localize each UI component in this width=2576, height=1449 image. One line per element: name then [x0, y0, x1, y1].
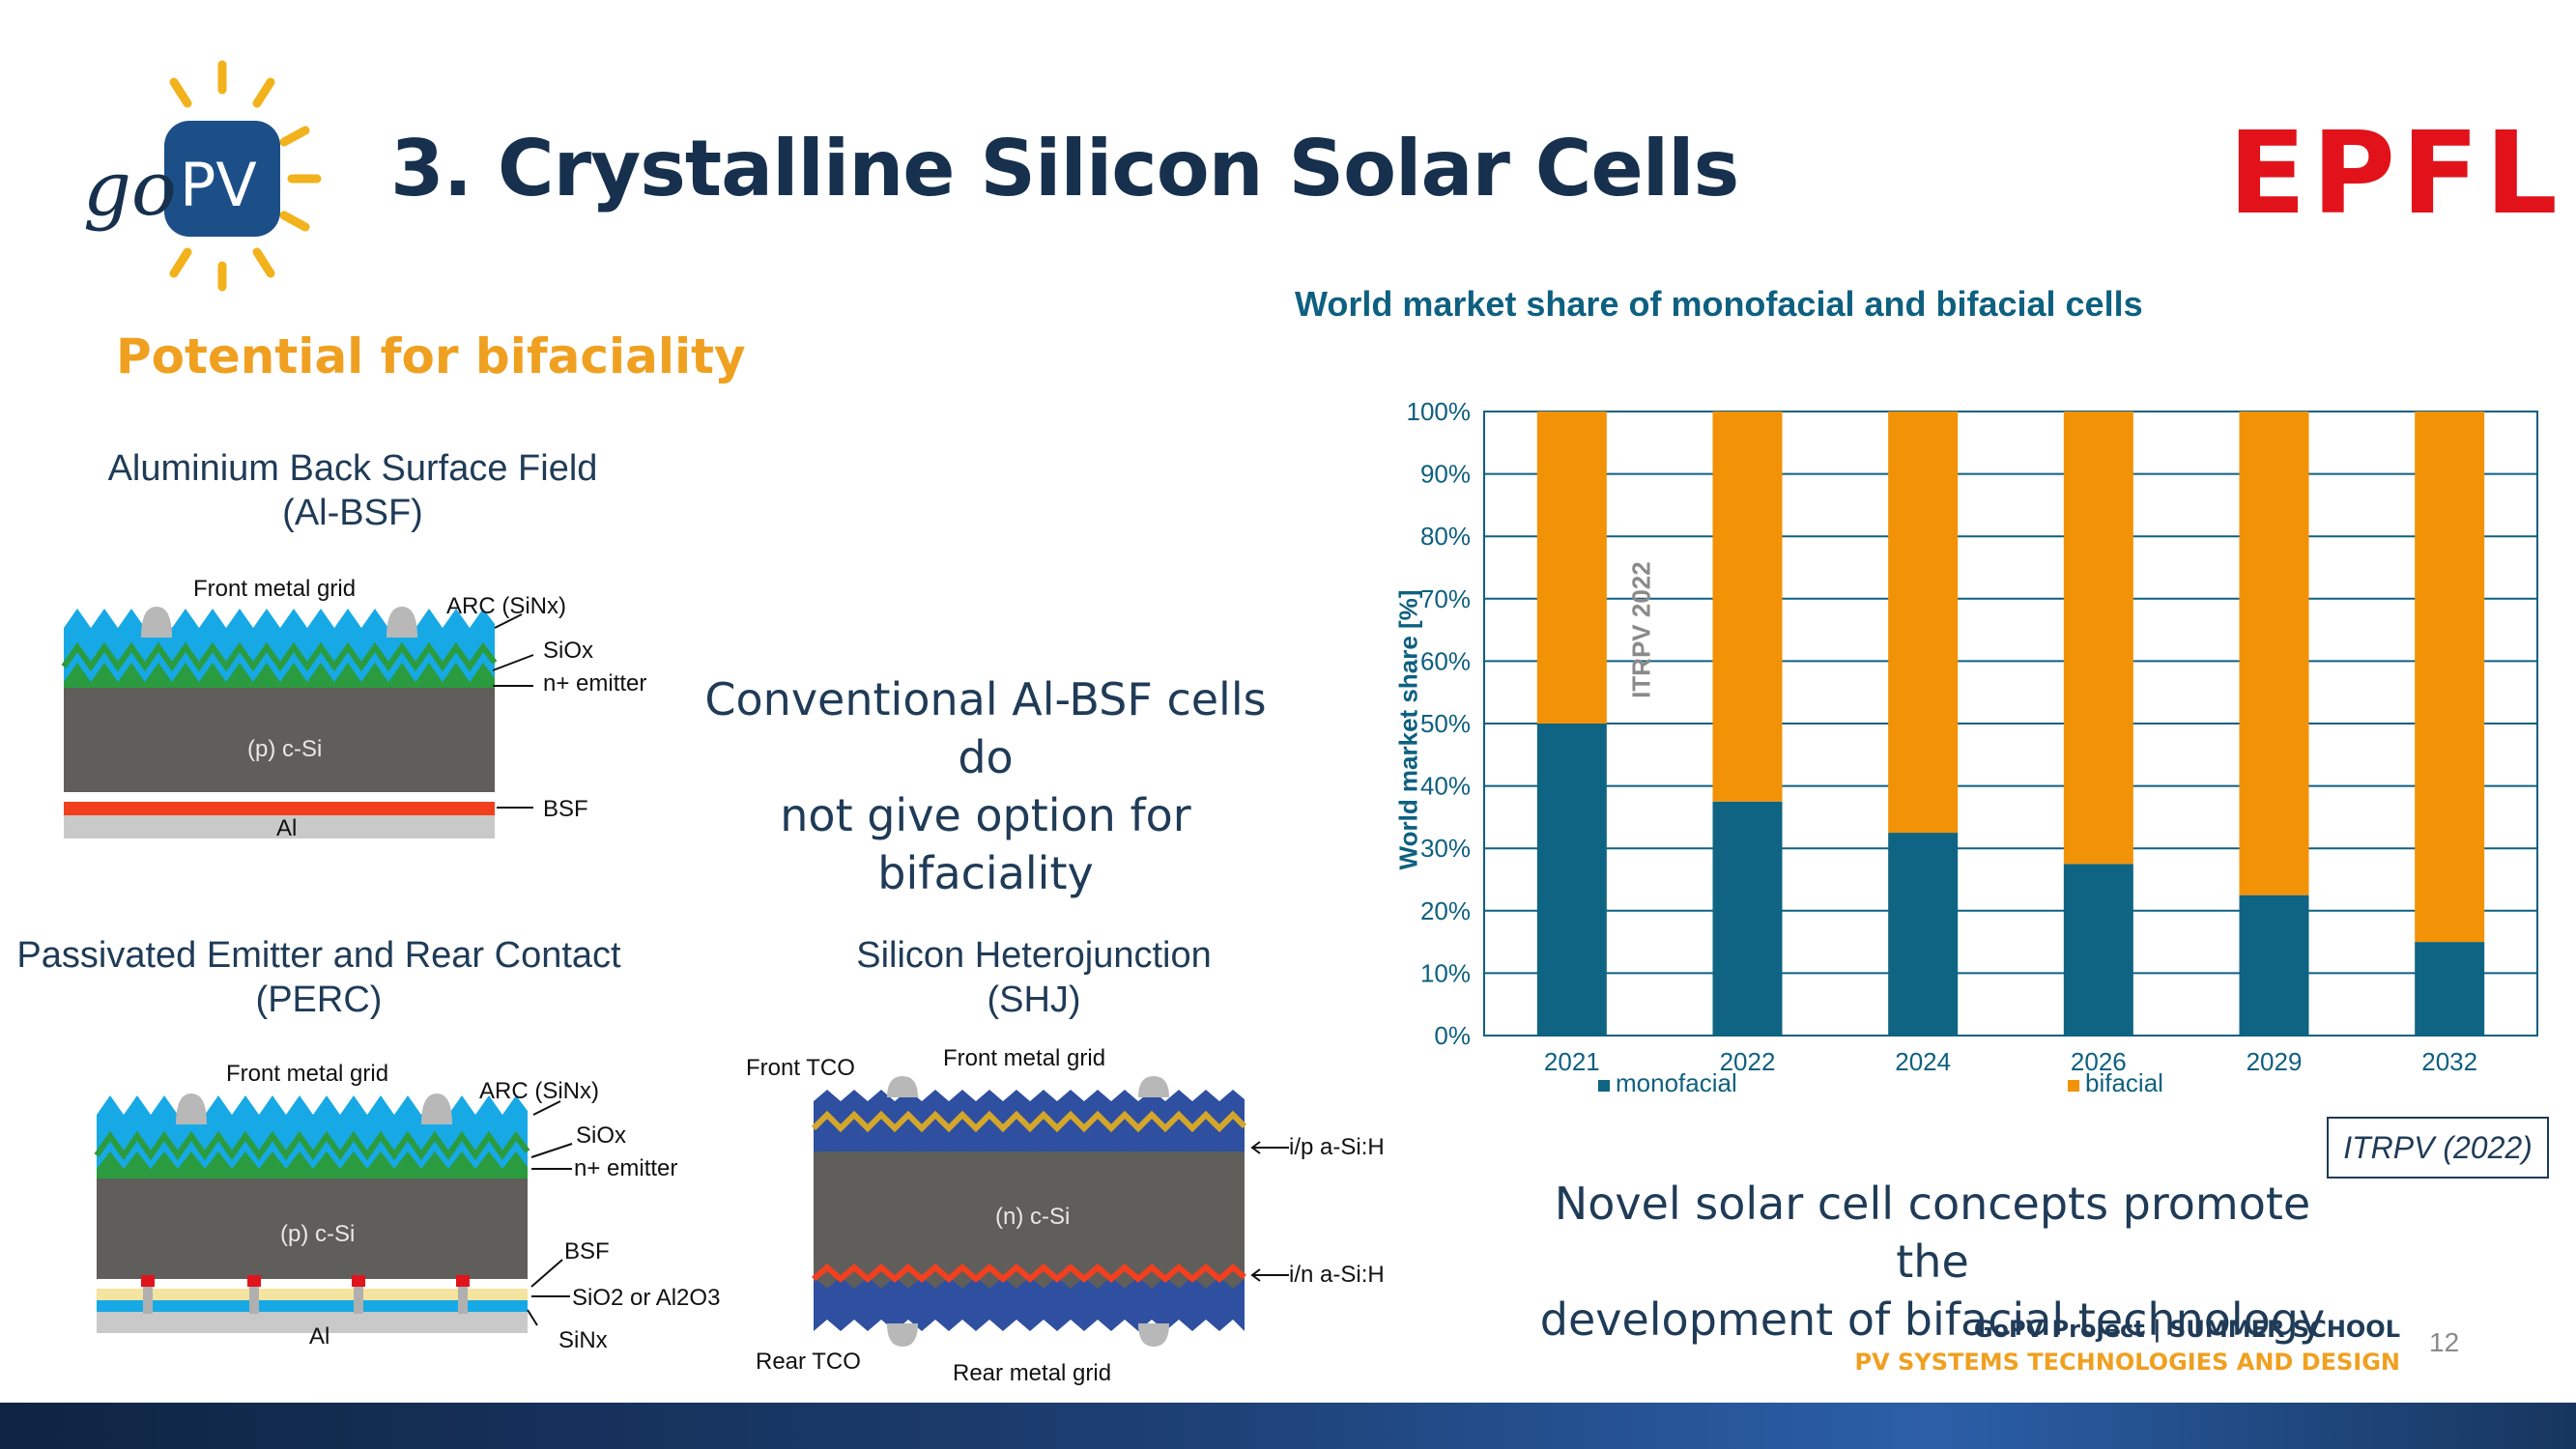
footer-bar: [0, 1403, 2576, 1449]
perc-siox-label: SiOx: [576, 1122, 627, 1149]
legend-label-bifacial: bifacial: [2085, 1068, 2163, 1097]
bar-bifacial: [2063, 412, 2133, 865]
perc-bulk-label: (p) c-Si: [280, 1221, 356, 1247]
conventional-line2: not give option for bifaciality: [780, 789, 1191, 899]
legend-swatch-monofacial: [1598, 1080, 1610, 1092]
section-subtitle: Potential for bifaciality: [116, 328, 746, 384]
y-tick-label: 90%: [1420, 460, 1471, 489]
bar-monofacial: [1888, 833, 1959, 1036]
source-citation: ITRPV (2022): [2327, 1117, 2549, 1179]
shj-title-line1: Silicon Heterojunction: [856, 935, 1212, 976]
bar-monofacial: [1536, 724, 1607, 1036]
legend-swatch-bifacial: [2068, 1080, 2079, 1092]
shj-front-grid-label: Front metal grid: [943, 1045, 1106, 1071]
bar-bifacial: [1888, 412, 1959, 834]
shj-pointer-arrows: [1250, 1141, 1289, 1282]
albsf-al-label: Al: [276, 815, 298, 841]
albsf-title-line1: Aluminium Back Surface Field: [107, 448, 598, 489]
perc-pointer-arrows: [527, 1100, 573, 1326]
perc-title: Passivated Emitter and Rear Contact (PER…: [0, 933, 638, 1022]
perc-al-label: Al: [309, 1323, 330, 1350]
epfl-logo: EPFL: [2228, 106, 2563, 240]
y-tick-label: 100%: [1407, 397, 1472, 426]
bar-bifacial: [1536, 412, 1607, 724]
shj-title-line2: (SHJ): [987, 980, 1081, 1020]
logo-text-go: go: [83, 146, 177, 233]
footer-project: GoPV Project | SUMMER SCHOOL: [1973, 1316, 2400, 1343]
conventional-message: Conventional Al-BSF cells do not give op…: [676, 670, 1295, 902]
shj-front-tco-label: Front TCO: [746, 1055, 855, 1081]
shj-rear-tco-label: Rear TCO: [756, 1349, 861, 1375]
y-tick-label: 70%: [1420, 584, 1471, 613]
shj-bulk-label: (n) c-Si: [995, 1204, 1071, 1230]
y-tick-label: 0%: [1434, 1021, 1471, 1050]
perc-title-line1: Passivated Emitter and Rear Contact: [16, 935, 621, 976]
shj-title: Silicon Heterojunction (SHJ): [792, 933, 1275, 1022]
bar-bifacial: [1712, 412, 1783, 802]
albsf-siox-label: SiOx: [543, 638, 594, 664]
perc-title-line2: (PERC): [255, 980, 383, 1020]
shj-rear-grid-label: Rear metal grid: [953, 1360, 1112, 1386]
bar-bifacial: [2239, 412, 2309, 895]
perc-sio2-label: SiO2 or Al2O3: [572, 1285, 721, 1311]
albsf-emitter-label: n+ emitter: [543, 670, 647, 696]
albsf-title-line2: (Al-BSF): [282, 493, 423, 533]
chart-title: World market share of monofacial and bif…: [1295, 284, 2143, 324]
x-tick-label: 2021: [1544, 1047, 1600, 1076]
y-tick-label: 40%: [1420, 772, 1471, 801]
footer-course: PV SYSTEMS TECHNOLOGIES AND DESIGN: [1854, 1349, 2400, 1376]
bar-monofacial: [1712, 801, 1783, 1036]
novel-line1: Novel solar cell concepts promote the: [1554, 1178, 2311, 1288]
bar-bifacial: [2415, 412, 2485, 943]
y-tick-label: 20%: [1420, 896, 1471, 925]
page-number: 12: [2429, 1327, 2460, 1357]
y-tick-label: 30%: [1420, 834, 1471, 863]
albsf-bulk-label: (p) c-Si: [247, 736, 323, 762]
shj-ip-label: i/p a-Si:H: [1289, 1134, 1385, 1160]
albsf-title: Aluminium Back Surface Field (Al-BSF): [58, 446, 647, 535]
legend-label-monofacial: monofacial: [1616, 1068, 1737, 1097]
y-tick-label: 10%: [1420, 958, 1471, 987]
perc-front-grid-label: Front metal grid: [226, 1061, 389, 1087]
slide-title: 3. Crystalline Silicon Solar Cells: [390, 124, 1739, 213]
perc-diagram: [94, 1094, 530, 1333]
y-tick-label: 60%: [1420, 646, 1471, 675]
conventional-line1: Conventional Al-BSF cells do: [704, 673, 1267, 783]
x-tick-label: 2024: [1895, 1047, 1951, 1076]
y-tick-label: 50%: [1420, 709, 1471, 738]
logo-text-pv: PV: [180, 150, 257, 220]
shj-in-label: i/n a-Si:H: [1289, 1262, 1385, 1288]
albsf-front-grid-label: Front metal grid: [193, 576, 357, 602]
gopv-logo: go PV: [77, 53, 348, 295]
y-tick-label: 80%: [1420, 522, 1471, 551]
x-tick-label: 2029: [2247, 1047, 2303, 1076]
albsf-diagram: [61, 607, 498, 838]
bar-monofacial: [2063, 864, 2133, 1036]
albsf-pointer-arrows: [492, 613, 534, 809]
market-share-chart: 0% 10% 20% 30% 40% 50% 60% 70% 80% 90% 100% 2021 202…: [1407, 397, 2538, 1097]
bar-monofacial: [2415, 942, 2485, 1036]
x-tick-label: 2032: [2421, 1047, 2477, 1076]
bar-monofacial: [2239, 895, 2309, 1036]
chart-annotation: ITRPV 2022: [1627, 561, 1656, 698]
perc-emitter-label: n+ emitter: [574, 1155, 678, 1181]
albsf-bsf-label: BSF: [543, 796, 588, 822]
